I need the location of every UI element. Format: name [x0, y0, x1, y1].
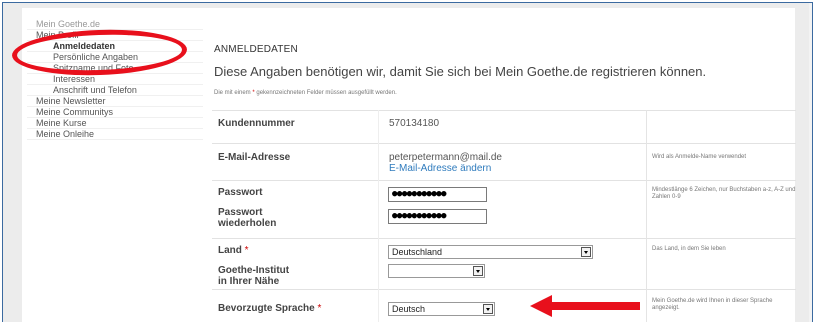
row-divider: [212, 180, 796, 181]
sidebar-item-mein-goethe[interactable]: Mein Goethe.de: [27, 19, 203, 30]
country-label: Land *: [218, 245, 249, 256]
required-note-text-before: Die mit einem: [214, 90, 253, 96]
language-required-star: *: [317, 303, 322, 314]
required-note-text-after: gekennzeichneten Felder müssen ausgefüll…: [254, 90, 397, 96]
language-hint: Mein Goethe.de wird Ihnen in dieser Spra…: [652, 298, 773, 311]
password-hint: Mindestlänge 6 Zeichen, nur Buchstaben a…: [652, 187, 796, 200]
email-value: peterpetermann@mail.de: [389, 152, 502, 163]
goethe-institut-select[interactable]: [388, 264, 485, 278]
goethe-institut-label: Goethe-Institut in Ihrer Nähe: [218, 265, 289, 287]
password-repeat-input[interactable]: ●●●●●●●●●●●: [388, 209, 487, 224]
password-input[interactable]: ●●●●●●●●●●●: [388, 187, 487, 202]
row-divider: [212, 238, 796, 239]
row-divider: [212, 289, 796, 290]
change-email-link[interactable]: E-Mail-Adresse ändern: [389, 163, 502, 174]
row-divider: [212, 110, 796, 111]
customer-number-value: 570134180: [389, 118, 440, 129]
sidebar-item-onleihe[interactable]: Meine Onleihe: [27, 129, 203, 140]
country-select-value: Deutschland: [392, 247, 443, 257]
row-divider: [212, 143, 796, 144]
sidebar-item-newsletter[interactable]: Meine Newsletter: [27, 96, 203, 107]
password-label: Passwort: [218, 187, 263, 198]
country-select[interactable]: Deutschland: [388, 245, 593, 259]
email-value-block: peterpetermann@mail.de E-Mail-Adresse än…: [389, 152, 502, 174]
pointer-arrow-annotation: [530, 295, 640, 317]
intro-text: Diese Angaben benötigen wir, damit Sie s…: [214, 64, 707, 79]
email-label: E-Mail-Adresse: [218, 152, 291, 163]
required-fields-note: Die mit einem * gekennzeichneten Felder …: [214, 90, 397, 96]
chevron-down-icon[interactable]: [581, 247, 591, 257]
password-repeat-label-line1: Passwort: [218, 207, 263, 218]
language-select-value: Deutsch: [392, 304, 426, 314]
sidebar-item-anschrift-telefon[interactable]: Anschrift und Telefon: [27, 85, 203, 96]
password-repeat-label: Passwort wiederholen: [218, 207, 276, 229]
column-divider: [378, 110, 379, 322]
country-hint: Das Land, in dem Sie leben: [652, 246, 726, 252]
country-required-star: *: [244, 245, 249, 256]
customer-number-label: Kundennummer: [218, 118, 295, 129]
sidebar-item-interessen[interactable]: Interessen: [27, 74, 203, 85]
chevron-down-icon[interactable]: [473, 266, 483, 276]
password-repeat-label-line2: wiederholen: [218, 218, 277, 229]
sidebar-item-kurse[interactable]: Meine Kurse: [27, 118, 203, 129]
email-hint: Wird als Anmelde-Name verwendet: [652, 154, 747, 160]
arrow-shape: [530, 295, 640, 317]
country-label-text: Land: [218, 245, 242, 256]
goethe-institut-label-line1: Goethe-Institut: [218, 265, 290, 276]
section-title: ANMELDEDATEN: [214, 44, 298, 55]
language-label-text: Bevorzugte Sprache: [218, 303, 315, 314]
column-divider: [646, 110, 647, 322]
goethe-institut-label-line2: in Ihrer Nähe: [218, 276, 280, 287]
language-label: Bevorzugte Sprache *: [218, 303, 321, 314]
language-select[interactable]: Deutsch: [388, 302, 495, 316]
chevron-down-icon[interactable]: [483, 304, 493, 314]
sidebar-item-communitys[interactable]: Meine Communitys: [27, 107, 203, 118]
